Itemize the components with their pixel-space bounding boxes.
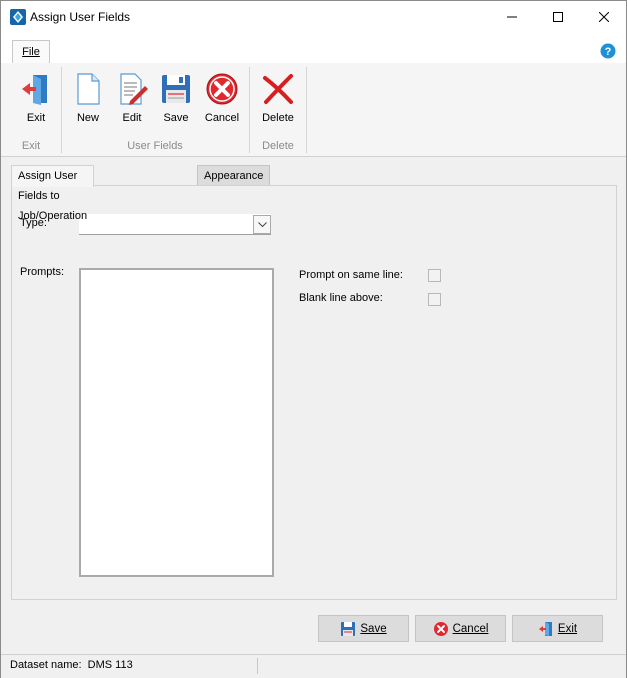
group-separator [306, 67, 307, 153]
prompt-same-line-checkbox[interactable] [428, 269, 441, 282]
window: Assign User Fields File ? Exit Exit New … [0, 0, 627, 678]
ribbon-save-label: Save [163, 112, 189, 124]
blank-line-above-checkbox[interactable] [428, 293, 441, 306]
footer-exit-button[interactable]: Exit [512, 615, 603, 642]
cancel-icon [433, 621, 448, 636]
window-title: Assign User Fields [30, 10, 131, 24]
blank-line-above-label: Blank line above: [299, 292, 383, 304]
edit-document-icon [120, 73, 148, 105]
ribbon-edit-button[interactable]: Edit [110, 69, 154, 129]
close-icon [599, 11, 609, 22]
ribbon-cancel-button[interactable]: Cancel [200, 69, 244, 129]
group-label-exit: Exit [21, 140, 41, 152]
tab-appearance[interactable]: Appearance [197, 165, 271, 187]
chevron-down-icon [257, 221, 267, 227]
cancel-icon [206, 73, 238, 105]
title-bar: Assign User Fields [1, 1, 626, 32]
ribbon-exit-button[interactable]: Exit [14, 69, 58, 129]
prompts-label: Prompts: [20, 266, 65, 278]
exit-door-icon [22, 75, 47, 105]
help-icon[interactable]: ? [600, 43, 616, 59]
footer-save-label: Save [360, 622, 387, 635]
prompts-listbox[interactable] [79, 268, 274, 577]
footer-save-button[interactable]: Save [318, 615, 409, 642]
maximize-button[interactable] [535, 1, 581, 32]
svg-text:?: ? [605, 46, 612, 58]
ribbon-delete-button[interactable]: Delete [256, 69, 300, 129]
exit-door-icon [538, 621, 552, 636]
file-tab[interactable]: File [12, 40, 50, 65]
ribbon-cancel-label: Cancel [204, 112, 240, 124]
new-document-icon [77, 73, 100, 105]
floppy-disk-icon [341, 621, 356, 636]
tab-assign-user-fields[interactable]: Assign User Fields to Job/Operation [11, 165, 95, 222]
dataset-name: Dataset name: DMS 113 [10, 659, 133, 671]
app-icon [10, 9, 26, 25]
ribbon-tab-bar: File ? [1, 32, 626, 65]
tab-panel: Type: Prompts: Prompt on same line: Blan… [11, 185, 617, 600]
status-separator [257, 658, 258, 674]
ribbon-exit-label: Exit [26, 112, 46, 124]
maximize-icon [553, 11, 563, 22]
ribbon: Exit Exit New Edit Save Cancel User Fiel… [1, 63, 626, 157]
ribbon-new-label: New [76, 112, 99, 124]
ribbon-save-button[interactable]: Save [154, 69, 198, 129]
ribbon-new-button[interactable]: New [66, 69, 110, 129]
type-dropdown-button[interactable] [253, 215, 271, 234]
status-bar: Dataset name: DMS 113 [1, 654, 626, 678]
floppy-disk-icon [162, 75, 190, 103]
delete-x-icon [263, 74, 293, 104]
footer-cancel-button[interactable]: Cancel [415, 615, 506, 642]
type-combobox[interactable] [79, 214, 271, 235]
file-tab-label: File [22, 46, 40, 58]
footer-cancel-label: Cancel [452, 622, 489, 635]
close-button[interactable] [581, 1, 627, 32]
ribbon-delete-label: Delete [262, 112, 294, 124]
group-label-user-fields: User Fields [127, 140, 183, 152]
ribbon-edit-label: Edit [122, 112, 142, 124]
footer-exit-label: Exit [557, 622, 578, 635]
prompt-same-line-label: Prompt on same line: [299, 269, 403, 281]
minimize-icon [507, 16, 517, 17]
group-label-delete: Delete [262, 140, 294, 152]
minimize-button[interactable] [489, 1, 535, 32]
